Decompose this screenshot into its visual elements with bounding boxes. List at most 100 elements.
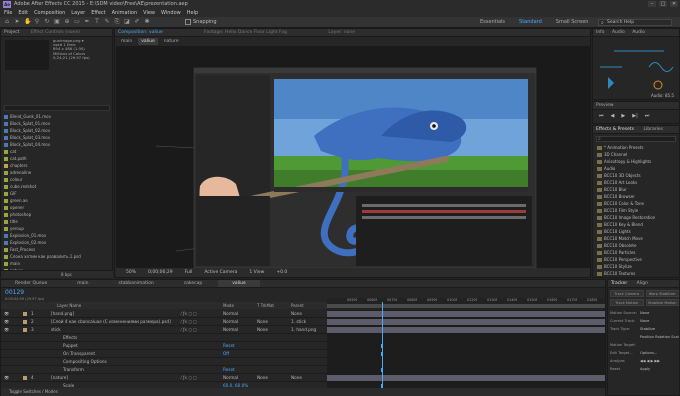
selection-tool-icon[interactable]: ➤ — [14, 19, 20, 25]
info-tab[interactable]: Info — [596, 30, 605, 35]
menu-help[interactable]: Help — [187, 9, 198, 17]
search-help-input[interactable]: ⌕ Search Help — [598, 19, 672, 26]
effects-category[interactable]: 3D Channel — [593, 151, 679, 158]
project-list-item[interactable]: Block_Splat_04.mov — [1, 141, 111, 148]
timeline-track-row[interactable] — [327, 342, 605, 350]
project-list-item[interactable]: cube.redshot — [1, 183, 111, 190]
visibility-eye-icon[interactable]: 👁 — [4, 318, 9, 325]
layer-switches[interactable]: ⁄ ƒx ◻ ◻ — [181, 318, 197, 325]
layer-label-color[interactable] — [23, 312, 27, 316]
playhead-line[interactable] — [382, 302, 383, 388]
project-list-item[interactable]: Fast_Process — [1, 246, 111, 253]
project-list-item[interactable]: Explosion_02.mov — [1, 239, 111, 246]
tracker-row-value[interactable]: Stabilize — [640, 327, 655, 331]
menu-file[interactable]: File — [4, 9, 12, 17]
visibility-eye-icon[interactable]: 👁 — [4, 310, 9, 317]
timeline-timecode[interactable]: 00129 — [5, 290, 24, 296]
close-button[interactable]: ✕ — [670, 1, 678, 7]
effects-category[interactable]: BCC10 Art Looks — [593, 179, 679, 186]
layer-parent-dropdown[interactable]: None — [291, 310, 302, 317]
work-area-bar[interactable] — [327, 304, 605, 308]
tracker-button[interactable]: Warp Stabilizer — [645, 290, 679, 297]
comp-tab-main[interactable]: main — [121, 38, 132, 45]
effects-category[interactable]: Audio — [593, 165, 679, 172]
timeline-tab[interactable]: Render Queue — [1, 280, 61, 287]
project-list-item[interactable]: colour — [1, 176, 111, 183]
timeline-track-row[interactable] — [327, 310, 605, 318]
layer-mode-dropdown[interactable]: Normal — [223, 374, 238, 381]
timeline-track-row[interactable] — [327, 334, 605, 342]
project-list-item[interactable]: Слона хотим как развалить.1.psd — [1, 253, 111, 260]
effect-controls-tab[interactable]: Effect Controls (none) — [31, 30, 80, 35]
layer-trkmat-dropdown[interactable]: None — [257, 318, 268, 325]
audio-tab-2[interactable]: Audio — [632, 30, 645, 35]
eraser-tool-icon[interactable]: ◪ — [124, 19, 130, 25]
timeline-tab[interactable]: cakecap — [170, 280, 217, 287]
minimize-button[interactable]: – — [648, 1, 656, 7]
layer-mode-dropdown[interactable]: Reset — [223, 366, 235, 373]
tracker-button[interactable]: Stabilize Motion — [645, 299, 679, 306]
home-icon[interactable]: ⌂ — [4, 19, 10, 25]
rotate-tool-icon[interactable]: ↻ — [44, 19, 50, 25]
layer-mode-dropdown[interactable]: Normal — [223, 310, 238, 317]
layer-label-color[interactable] — [23, 320, 27, 324]
timeline-track-row[interactable] — [327, 350, 605, 358]
exposure-value[interactable]: +0.0 — [276, 268, 287, 277]
layer-switches[interactable]: ⁄ ƒx ◻ ◻ — [181, 310, 197, 317]
project-list-item[interactable]: adrenaline — [1, 169, 111, 176]
effects-category[interactable]: BCC10 Stylize — [593, 263, 679, 270]
effects-category[interactable]: * Animation Presets — [593, 144, 679, 151]
clone-tool-icon[interactable]: ⎘ — [114, 19, 120, 25]
last-frame-icon[interactable]: ⏭ — [645, 113, 650, 119]
effects-category[interactable]: BCC10 Lights — [593, 228, 679, 235]
comp-tab-valiue[interactable]: valiue — [138, 38, 158, 45]
views-dropdown[interactable]: 1 View — [249, 268, 264, 277]
layer-switches[interactable]: ⁄ ƒx ◻ ◻ — [181, 326, 197, 333]
timeline-property-row[interactable]: Compositing Options — [1, 358, 327, 366]
layer-parent-dropdown[interactable]: 1. hand.png — [291, 326, 316, 333]
menu-animation[interactable]: Animation — [112, 9, 138, 17]
effects-category[interactable]: BCC10 Browser — [593, 193, 679, 200]
effects-category[interactable]: BCC10 Textures — [593, 270, 679, 277]
layer-parent-dropdown[interactable]: None — [291, 374, 302, 381]
project-list-item[interactable]: GIF — [1, 190, 111, 197]
timeline-layer-row[interactable]: 👁 3 stick ⁄ ƒx ◻ ◻ Normal None 1. hand.png — [1, 326, 327, 334]
timeline-tab[interactable]: main — [63, 280, 102, 287]
text-tool-icon[interactable]: T — [94, 19, 100, 25]
comp-tab-nature[interactable]: nature — [164, 38, 179, 45]
prev-frame-icon[interactable]: ◀ — [611, 113, 615, 119]
layer-duration-bar[interactable] — [327, 327, 605, 333]
project-search-input[interactable] — [4, 105, 110, 111]
tracker-row-value[interactable]: ◀◀ ◀ ▶ ▶▶ — [640, 359, 660, 363]
project-list-item[interactable]: title — [1, 218, 111, 225]
effects-presets-tab[interactable]: Effects & Presets — [596, 127, 634, 132]
layer-switches[interactable]: ⁄ ƒx ◻ ◻ — [181, 374, 197, 381]
camera-dropdown[interactable]: Active Camera — [204, 268, 237, 277]
timeline-track-row[interactable] — [327, 374, 605, 382]
play-icon[interactable]: ▶ — [621, 113, 625, 119]
brush-tool-icon[interactable]: ✎ — [104, 19, 110, 25]
maximize-button[interactable]: □ — [659, 1, 667, 7]
project-list-item[interactable]: yeroup — [1, 225, 111, 232]
pan-behind-tool-icon[interactable]: ⊕ — [64, 19, 70, 25]
project-list-item[interactable]: cat.path — [1, 155, 111, 162]
menu-composition[interactable]: Composition — [34, 9, 65, 17]
timeline-property-row[interactable]: Puppet Reset — [1, 342, 327, 350]
layer-mode-dropdown[interactable]: Reset — [223, 342, 235, 349]
layer-label-color[interactable] — [23, 376, 27, 380]
visibility-eye-icon[interactable]: 👁 — [4, 326, 9, 333]
layer-duration-bar[interactable] — [327, 311, 605, 317]
menu-layer[interactable]: Layer — [71, 9, 85, 17]
timeline-track-row[interactable] — [327, 366, 605, 374]
project-list-item[interactable]: opener — [1, 204, 111, 211]
workspace-small-screen[interactable]: Small Screen — [556, 18, 589, 27]
project-list-item[interactable]: cat — [1, 148, 111, 155]
align-tab[interactable]: Align — [637, 281, 648, 286]
tracker-button[interactable]: Track Motion — [610, 299, 644, 306]
snapping-checkbox[interactable] — [185, 19, 191, 25]
libraries-tab[interactable]: Libraries — [643, 127, 662, 132]
effects-category[interactable]: BCC10 Blur — [593, 186, 679, 193]
effects-category[interactable]: Anisotropy & Highlights — [593, 158, 679, 165]
mask-tool-icon[interactable]: ▭ — [74, 19, 80, 25]
visibility-eye-icon[interactable]: 👁 — [4, 374, 9, 381]
